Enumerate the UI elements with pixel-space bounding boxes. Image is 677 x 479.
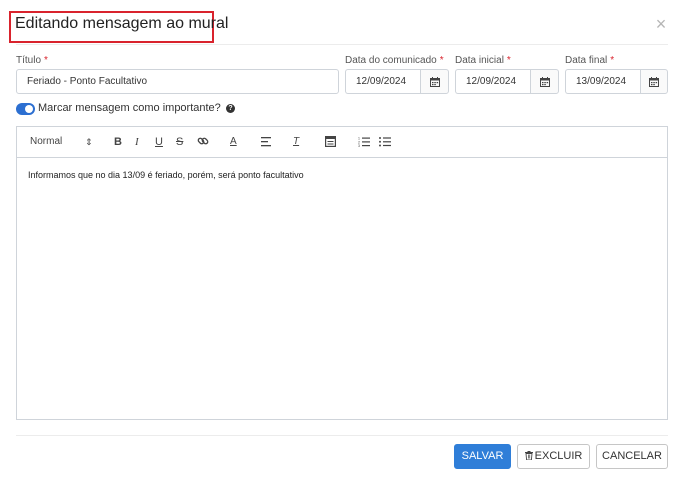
footer-divider [16, 435, 668, 436]
data-inicial-label: Data inicial * [455, 55, 511, 66]
save-button[interactable]: SALVAR [454, 444, 511, 469]
required-mark: * [44, 55, 48, 66]
bold-button[interactable]: B [114, 135, 122, 149]
calendar-icon[interactable] [420, 69, 449, 94]
cancel-button[interactable]: CANCELAR [596, 444, 668, 469]
text-color-button[interactable]: A [230, 135, 237, 149]
important-toggle-label: Marcar mensagem como importante? [38, 102, 221, 114]
data-comunicado-input[interactable]: 12/09/2024 [345, 69, 420, 94]
trash-icon [524, 451, 533, 461]
required-mark: * [610, 55, 615, 66]
align-left-icon[interactable] [261, 136, 272, 150]
data-comunicado-label-text: Data do comunicado [345, 55, 437, 66]
question-circle-icon[interactable]: ? [226, 104, 235, 113]
chevron-updown-icon[interactable]: ⇕ [85, 135, 93, 149]
modal-title: Editando mensagem ao mural [15, 15, 229, 32]
bullet-list-icon[interactable] [379, 136, 391, 150]
header-divider [16, 44, 668, 45]
editor-content[interactable]: Informamos que no dia 13/09 é feriado, p… [28, 170, 304, 180]
important-toggle[interactable] [16, 103, 35, 115]
delete-button[interactable]: EXCLUIR [517, 444, 590, 469]
data-final-input[interactable]: 13/09/2024 [565, 69, 640, 94]
titulo-label-text: Título [16, 55, 42, 66]
titulo-label: Título * [16, 55, 48, 66]
data-inicial-input[interactable]: 12/09/2024 [455, 69, 530, 94]
data-inicial-field: 12/09/2024 [455, 69, 559, 94]
titulo-input[interactable]: Feriado - Ponto Facultativo [16, 69, 339, 94]
close-icon[interactable]: × [653, 15, 669, 33]
data-final-label-text: Data final [565, 55, 608, 66]
format-select[interactable]: Normal [30, 135, 62, 149]
calendar-icon[interactable] [530, 69, 559, 94]
data-comunicado-field: 12/09/2024 [345, 69, 449, 94]
calendar-icon[interactable] [640, 69, 668, 94]
delete-button-label: EXCLUIR [534, 450, 583, 462]
data-inicial-label-text: Data inicial [455, 55, 504, 66]
required-mark: * [506, 55, 511, 66]
data-final-field: 13/09/2024 [565, 69, 668, 94]
link-icon[interactable] [197, 135, 209, 149]
italic-button[interactable]: I [135, 135, 139, 149]
strike-button[interactable]: S [176, 135, 183, 149]
ordered-list-icon[interactable]: 123 [358, 136, 370, 150]
data-comunicado-label: Data do comunicado * [345, 55, 444, 66]
underline-button[interactable]: U [155, 135, 163, 149]
clear-format-button[interactable]: T [293, 135, 299, 149]
required-mark: * [439, 55, 444, 66]
svg-text:3: 3 [358, 144, 360, 147]
data-final-label: Data final * [565, 55, 614, 66]
editor-toolbar: Normal ⇕ B I U S A T 123 [17, 127, 667, 158]
rich-text-editor: Normal ⇕ B I U S A T 123 Informamos que … [16, 126, 668, 420]
image-icon[interactable] [325, 136, 337, 150]
